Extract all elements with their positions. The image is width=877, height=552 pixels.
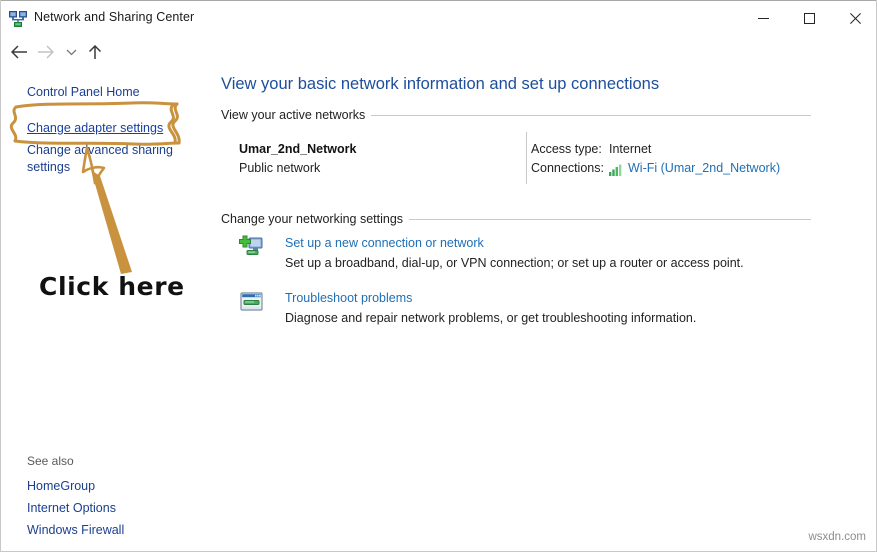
option-set-up-new-connection[interactable]: Set up a new connection or network Set u… bbox=[239, 234, 839, 282]
forward-arrow-icon bbox=[35, 42, 55, 62]
network-sharing-icon bbox=[9, 10, 27, 28]
window-controls bbox=[740, 1, 876, 36]
watermark: wsxdn.com bbox=[808, 531, 866, 543]
close-button[interactable] bbox=[832, 1, 876, 36]
network-sharing-center-window: Network and Sharing Center Search Contro… bbox=[0, 0, 877, 552]
title-bar: Network and Sharing Center bbox=[1, 0, 876, 36]
network-type: Public network bbox=[239, 161, 321, 175]
annotation-click-here-label: Click here bbox=[39, 272, 185, 301]
section-heading-networking-settings: Change your networking settings bbox=[221, 212, 410, 226]
main-content: View your basic network information and … bbox=[211, 72, 876, 551]
sidebar-item-change-advanced-sharing-settings[interactable]: Change advanced sharing settings bbox=[27, 142, 177, 176]
vertical-divider bbox=[526, 132, 527, 184]
recent-locations-chevron-down-icon[interactable] bbox=[61, 42, 81, 62]
detail-row-connections: Connections: Wi-Fi (Umar_2nd_Network) bbox=[531, 159, 780, 178]
see-also-heading: See also bbox=[27, 454, 74, 468]
sidebar-item-internet-options[interactable]: Internet Options bbox=[27, 500, 116, 516]
window-title: Network and Sharing Center bbox=[34, 10, 195, 24]
link-troubleshoot-problems[interactable]: Troubleshoot problems bbox=[285, 291, 412, 305]
troubleshoot-icon bbox=[239, 289, 265, 315]
access-type-value: Internet bbox=[609, 142, 652, 156]
desc-troubleshoot-problems: Diagnose and repair network problems, or… bbox=[285, 311, 697, 325]
connections-label: Connections: bbox=[531, 161, 604, 175]
sidebar-item-windows-firewall[interactable]: Windows Firewall bbox=[27, 522, 124, 538]
left-navigation-pane: Control Panel Home Change adapter settin… bbox=[1, 72, 211, 551]
access-type-label: Access type: bbox=[531, 142, 602, 156]
navigation-bar: › Control Panel › All Control Panel Item… bbox=[1, 35, 876, 98]
connection-link-wifi[interactable]: Wi-Fi (Umar_2nd_Network) bbox=[628, 159, 780, 178]
page-title: View your basic network information and … bbox=[221, 75, 660, 93]
detail-row-access-type: Access type: Internet bbox=[531, 140, 780, 159]
new-connection-icon bbox=[239, 234, 265, 260]
minimize-button[interactable] bbox=[740, 1, 786, 36]
sidebar-item-control-panel-home[interactable]: Control Panel Home bbox=[27, 84, 140, 100]
wifi-signal-icon bbox=[609, 162, 624, 176]
desc-set-up-new-connection: Set up a broadband, dial-up, or VPN conn… bbox=[285, 256, 744, 270]
network-name: Umar_2nd_Network bbox=[239, 142, 357, 156]
back-arrow-icon[interactable] bbox=[9, 42, 29, 62]
section-heading-active-networks: View your active networks bbox=[221, 108, 372, 122]
sidebar-item-change-adapter-settings[interactable]: Change adapter settings bbox=[27, 120, 163, 136]
network-details: Access type: Internet Connections: Wi-Fi… bbox=[531, 140, 780, 178]
sidebar-item-homegroup[interactable]: HomeGroup bbox=[27, 478, 95, 494]
option-troubleshoot-problems[interactable]: Troubleshoot problems Diagnose and repai… bbox=[239, 289, 839, 337]
link-set-up-new-connection[interactable]: Set up a new connection or network bbox=[285, 236, 484, 250]
up-arrow-icon[interactable] bbox=[85, 42, 105, 62]
active-network-info: Umar_2nd_Network Public network bbox=[239, 140, 356, 178]
maximize-button[interactable] bbox=[786, 1, 832, 36]
